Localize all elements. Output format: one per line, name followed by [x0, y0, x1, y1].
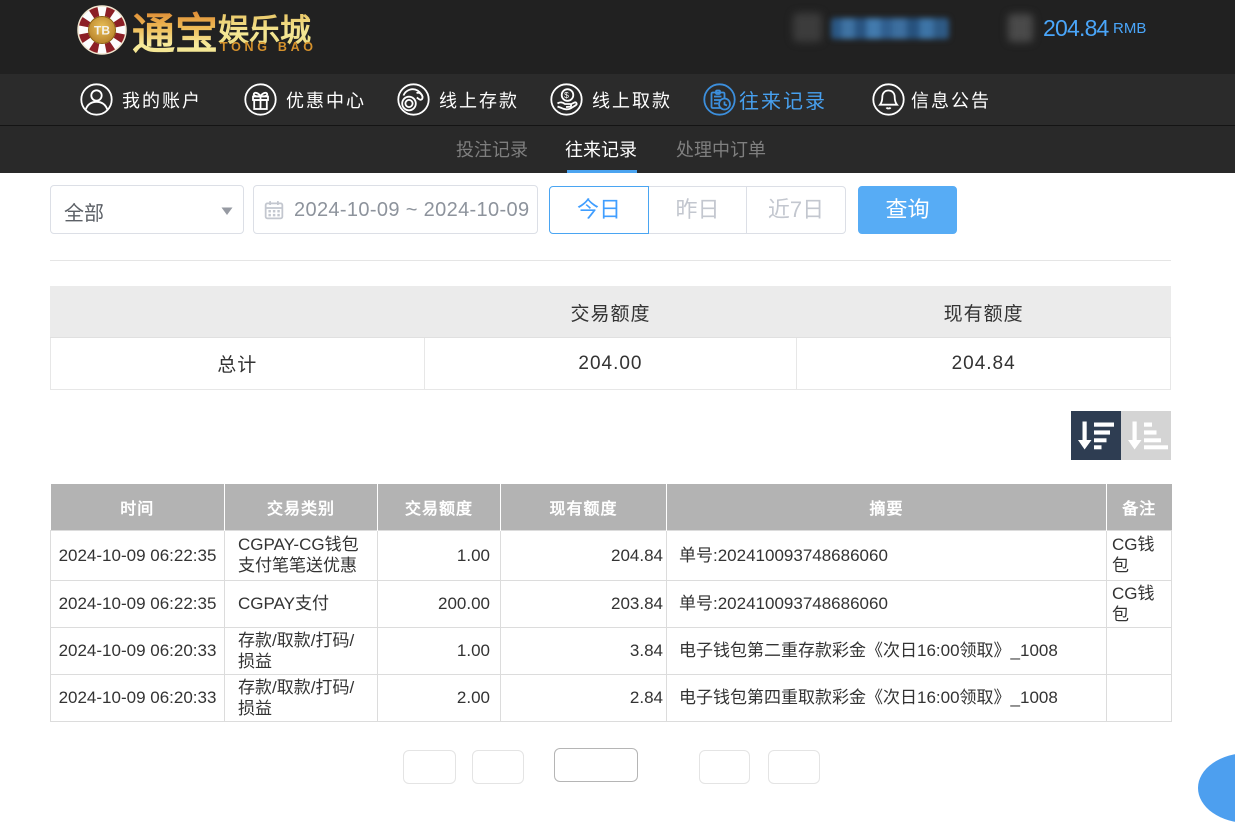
- svg-text:通宝: 通宝: [132, 11, 218, 59]
- svg-text:TB: TB: [94, 24, 110, 38]
- svg-text:TONG BAO: TONG BAO: [220, 40, 317, 54]
- svg-text:$: $: [564, 90, 571, 100]
